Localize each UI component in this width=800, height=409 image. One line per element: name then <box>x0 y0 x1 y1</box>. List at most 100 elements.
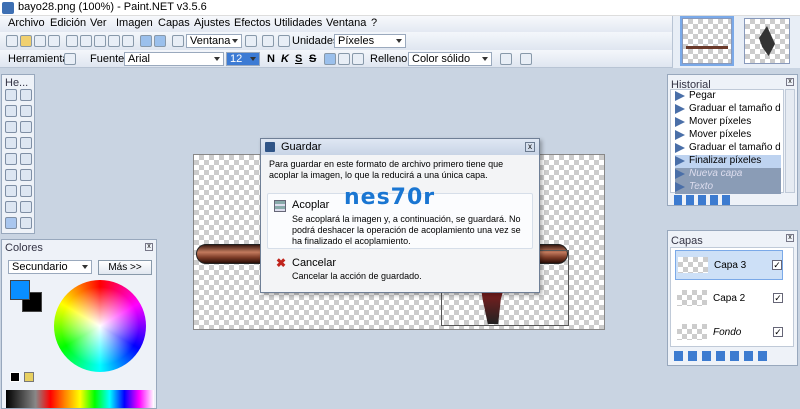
menu-capas[interactable]: Capas <box>158 17 190 29</box>
menu-archivo[interactable]: Archivo <box>8 17 45 29</box>
new-icon[interactable] <box>6 35 18 47</box>
more-colors-button[interactable]: Más >> <box>98 260 152 275</box>
lasso-icon[interactable] <box>5 105 17 117</box>
text-tool-icon[interactable] <box>5 217 17 229</box>
underline-button[interactable]: S <box>295 53 302 65</box>
image-thumbnail-selected[interactable] <box>680 16 734 66</box>
layers-toolbar-icons[interactable] <box>674 351 770 361</box>
watermark-text: nes70r <box>344 185 436 210</box>
cut-icon[interactable] <box>66 35 78 47</box>
align-center-icon[interactable] <box>338 53 350 65</box>
zoom-icon[interactable] <box>172 35 184 47</box>
paste-icon[interactable] <box>94 35 106 47</box>
history-item[interactable]: Graduar el tamaño de ... <box>675 142 781 155</box>
menu-ventana[interactable]: Ventana <box>326 17 366 29</box>
bold-button[interactable]: N <box>267 53 275 65</box>
color-palette[interactable] <box>6 390 154 408</box>
menu-efectos[interactable]: Efectos <box>234 17 271 29</box>
deselect-icon[interactable] <box>122 35 134 47</box>
layer-row[interactable]: Fondo ✓ <box>675 318 783 348</box>
grid-icon[interactable] <box>262 35 274 47</box>
close-icon[interactable]: x <box>145 243 153 251</box>
rect-select-icon[interactable] <box>5 89 17 101</box>
menu-imagen[interactable]: Imagen <box>116 17 153 29</box>
history-item-undone[interactable]: Texto <box>675 181 781 194</box>
open-icon[interactable] <box>20 35 32 47</box>
history-item[interactable]: Graduar el tamaño de ... <box>675 103 781 116</box>
colors-panel-title: Colores <box>5 242 43 254</box>
save-dialog: Guardar x Para guardar en este formato d… <box>260 138 540 293</box>
print-icon[interactable] <box>48 35 60 47</box>
menu-ajustes[interactable]: Ajustes <box>194 17 230 29</box>
black-white-icon[interactable] <box>10 372 20 382</box>
save-icon[interactable] <box>34 35 46 47</box>
paint-bucket-icon[interactable] <box>5 153 17 165</box>
font-select[interactable]: Arial <box>124 52 224 66</box>
menu-help[interactable]: ? <box>371 17 377 29</box>
units-select[interactable]: Píxeles <box>334 34 406 48</box>
layer-name: Capa 3 <box>714 260 747 271</box>
undo-icon[interactable] <box>140 35 152 47</box>
magic-wand-icon[interactable] <box>5 137 17 149</box>
align-right-icon[interactable] <box>352 53 364 65</box>
align-left-icon[interactable] <box>324 53 336 65</box>
layer-name: Fondo <box>713 327 742 338</box>
history-item[interactable]: Pegar <box>675 90 781 103</box>
move-icon[interactable] <box>20 89 32 101</box>
font-label: Fuente: <box>90 53 128 65</box>
layer-visibility-checkbox[interactable]: ✓ <box>773 293 783 303</box>
strikethrough-button[interactable]: S <box>309 53 316 65</box>
layer-row-selected[interactable]: Capa 3 ✓ <box>675 250 783 280</box>
close-icon[interactable]: x <box>786 78 794 86</box>
menu-utilidades[interactable]: Utilidades <box>274 17 322 29</box>
move-selection-icon[interactable] <box>20 105 32 117</box>
ellipse-select-icon[interactable] <box>5 121 17 133</box>
cancel-option-button[interactable]: ✖ Cancelar Cancelar la acción de guardad… <box>267 253 533 287</box>
recolor-icon[interactable] <box>20 201 32 213</box>
zoom-select[interactable]: Ventana <box>186 34 242 48</box>
redo-icon[interactable] <box>154 35 166 47</box>
clone-stamp-icon[interactable] <box>5 201 17 213</box>
history-item[interactable]: Mover píxeles <box>675 129 781 142</box>
gradient-icon[interactable] <box>20 153 32 165</box>
close-icon[interactable]: x <box>786 234 794 242</box>
line-tool-icon[interactable] <box>20 217 32 229</box>
eraser-icon[interactable] <box>20 169 32 181</box>
history-item-selected[interactable]: Finalizar píxeles <box>675 155 781 168</box>
colors-panel: Colores x Secundario Más >> <box>1 239 157 409</box>
text-tool-icon[interactable] <box>64 53 76 65</box>
zoom-in-icon[interactable] <box>245 35 257 47</box>
paintbrush-icon[interactable] <box>5 169 17 181</box>
ruler-icon[interactable] <box>278 35 290 47</box>
palette-icon[interactable] <box>24 372 34 382</box>
crop-icon[interactable] <box>108 35 120 47</box>
fill-select[interactable]: Color sólido <box>408 52 492 66</box>
zoom-tool-icon[interactable] <box>20 121 32 133</box>
dialog-close-button[interactable]: x <box>525 142 535 152</box>
history-scrollbar[interactable] <box>785 89 795 193</box>
primary-color-swatch[interactable] <box>10 280 30 300</box>
history-nav-icons[interactable] <box>674 195 734 205</box>
pencil-icon[interactable] <box>5 185 17 197</box>
italic-button[interactable]: K <box>281 53 289 65</box>
color-picker-icon[interactable] <box>20 185 32 197</box>
antialias-icon[interactable] <box>500 53 512 65</box>
layers-panel-title: Capas <box>671 235 703 247</box>
history-item-undone[interactable]: Nueva capa <box>675 168 781 181</box>
menu-edicion[interactable]: Edición <box>50 17 86 29</box>
layer-row[interactable]: Capa 2 ✓ <box>675 284 783 314</box>
font-size-select[interactable]: 12 <box>226 52 260 66</box>
color-mode-select[interactable]: Secundario <box>8 260 92 274</box>
fill-label: Relleno: <box>370 53 411 65</box>
tools-panel-title: He... <box>5 77 29 89</box>
blend-mode-icon[interactable] <box>520 53 532 65</box>
history-item[interactable]: Mover píxeles <box>675 116 781 129</box>
menu-ver[interactable]: Ver <box>90 17 107 29</box>
cancel-description: Cancelar la acción de guardado. <box>292 271 422 281</box>
copy-icon[interactable] <box>80 35 92 47</box>
color-wheel[interactable] <box>54 280 146 372</box>
layers-panel: Capas x Capa 3 ✓ Capa 2 ✓ Fondo ✓ <box>667 230 798 366</box>
layer-visibility-checkbox[interactable]: ✓ <box>772 260 782 270</box>
pan-icon[interactable] <box>20 137 32 149</box>
layer-visibility-checkbox[interactable]: ✓ <box>773 327 783 337</box>
